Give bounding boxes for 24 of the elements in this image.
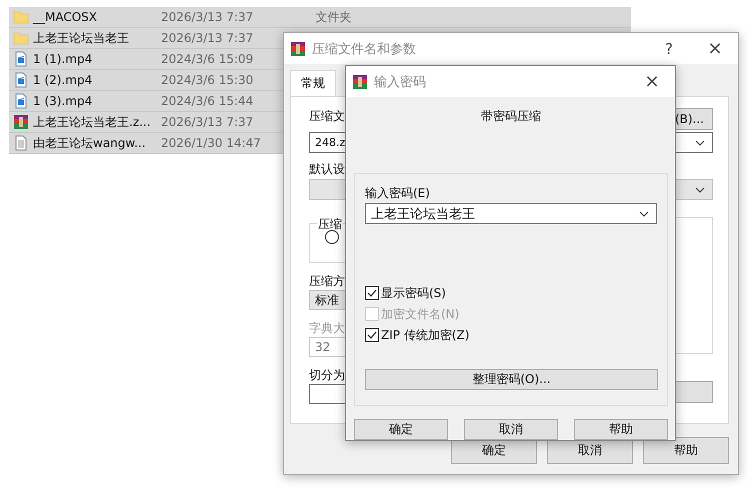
- dialog-heading: 带密码压缩: [480, 108, 542, 124]
- file-name: 1 (3).mp4: [33, 94, 94, 108]
- file-date: 2024/3/6 15:30: [161, 73, 254, 87]
- field-label: 压缩文: [309, 108, 345, 125]
- field-label: 默认设: [309, 161, 345, 177]
- field-label: 输入密码(E): [365, 185, 430, 201]
- file-date: 2024/3/6 15:44: [161, 94, 254, 108]
- field-label: 切分为: [309, 367, 345, 383]
- file-name: 1 (2).mp4: [33, 73, 94, 87]
- window-title: 输入密码: [374, 74, 426, 90]
- file-name: 上老王论坛当老王: [33, 30, 130, 46]
- file-name: 1 (1).mp4: [33, 52, 94, 66]
- field-label: 字典大: [309, 320, 345, 336]
- file-date: 2026/1/30 14:47: [161, 136, 261, 150]
- file-date: 2026/3/13 7:37: [161, 31, 254, 45]
- file-name: __MACOSX: [33, 10, 98, 24]
- file-name: 上老王论坛当老王.z...: [33, 114, 152, 130]
- file-date: 2026/3/13 7:37: [161, 115, 254, 129]
- file-name: 由老王论坛wangw...: [33, 134, 147, 152]
- file-date: 2026/3/13 7:37: [161, 10, 254, 24]
- window-title: 压缩文件名和参数: [312, 40, 416, 58]
- file-type: 文件夹: [315, 8, 352, 26]
- file-date: 2024/3/6 15:09: [161, 52, 254, 66]
- field-label: 压缩方: [309, 273, 345, 289]
